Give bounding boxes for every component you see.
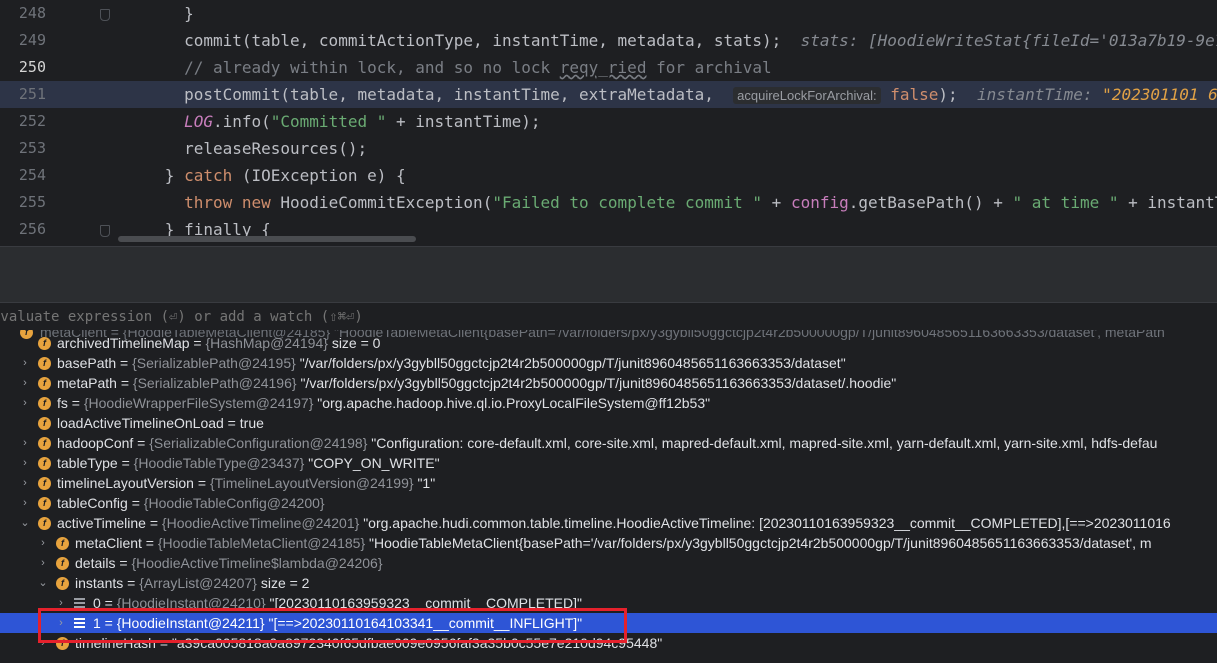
field-icon: f: [38, 477, 51, 490]
variable-text: loadActiveTimelineOnLoad = true: [57, 415, 264, 431]
line-number[interactable]: 249: [0, 27, 46, 54]
code-line[interactable]: 254 } catch (IOException e) {: [0, 162, 1217, 189]
variable-text: hadoopConf = {SerializableConfiguration@…: [57, 435, 1158, 451]
variable-row-timelineLayoutVersion[interactable]: › f timelineLayoutVersion = {TimelineLayou…: [0, 473, 1217, 493]
code-text: commit(table, commitActionType, instantT…: [107, 31, 1217, 50]
variable-text: timelineLayoutVersion = {TimelineLayoutV…: [57, 475, 436, 491]
field-icon: f: [56, 537, 69, 550]
code-line[interactable]: 251 postCommit(table, metadata, instantT…: [0, 81, 1217, 108]
variable-row-tableType[interactable]: › f tableType = {HoodieTableType@23437} "C…: [0, 453, 1217, 473]
array-element-icon: [74, 598, 85, 608]
field-icon: f: [38, 437, 51, 450]
field-icon: f: [38, 337, 51, 350]
variable-text: metaClient = {HoodieTableMetaClient@2418…: [75, 535, 1152, 551]
code-text: LOG.info("Committed " + instantTime);: [184, 112, 541, 131]
line-number[interactable]: 255: [0, 189, 46, 216]
expand-chevron-icon[interactable]: ›: [20, 453, 30, 473]
variable-text: tableConfig = {HoodieTableConfig@24200}: [57, 495, 325, 511]
variable-row-metaPath[interactable]: › f metaPath = {SerializablePath@24196} "/…: [0, 373, 1217, 393]
code-line[interactable]: 252 LOG.info("Committed " + instantTime)…: [0, 108, 1217, 135]
expand-chevron-icon[interactable]: ›: [20, 433, 30, 453]
collapse-chevron-icon[interactable]: ⌄: [20, 513, 30, 533]
field-icon: f: [38, 417, 51, 430]
expand-chevron-icon[interactable]: ›: [20, 373, 30, 393]
code-line[interactable]: 249 commit(table, commitActionType, inst…: [0, 27, 1217, 54]
variable-row-metaClient[interactable]: › f metaClient = {HoodieTableMetaClient@24…: [0, 533, 1217, 553]
code-line[interactable]: 250 // already within lock, and so no lo…: [0, 54, 1217, 81]
highlight-annotation-box: [38, 608, 627, 643]
code-text: // already within lock, and so no lock r…: [184, 58, 772, 77]
variable-row-activeTimeline[interactable]: ⌄ f activeTimeline = {HoodieActiveTimeline…: [0, 513, 1217, 533]
code-text: postCommit(table, metadata, instantTime,…: [107, 85, 1217, 104]
variable-row-loadActiveTimelineOnLoad[interactable]: f loadActiveTimelineOnLoad = true: [0, 413, 1217, 433]
line-number[interactable]: 253: [0, 135, 46, 162]
variable-text: metaPath = {SerializablePath@24196} "/va…: [57, 375, 897, 391]
variable-row-tableConfig[interactable]: › f tableConfig = {HoodieTableConfig@24200…: [0, 493, 1217, 513]
variable-text: basePath = {SerializablePath@24195} "/va…: [57, 355, 846, 371]
debug-panel-toolbar: [0, 246, 1217, 303]
expand-chevron-icon[interactable]: ›: [20, 473, 30, 493]
expand-chevron-icon[interactable]: ›: [38, 553, 48, 573]
line-number[interactable]: 248: [0, 0, 46, 27]
field-icon: f: [38, 397, 51, 410]
field-icon: f: [38, 377, 51, 390]
evaluate-expression-bar: [0, 302, 1217, 332]
field-icon: f: [38, 457, 51, 470]
code-text: }: [107, 4, 194, 23]
code-editor[interactable]: 248 } 249 commit(table, commitActionType,…: [0, 0, 1217, 246]
code-line[interactable]: 248 }: [0, 0, 1217, 27]
expand-chevron-icon[interactable]: ›: [20, 493, 30, 513]
expand-chevron-icon[interactable]: ›: [38, 533, 48, 553]
variable-row-basePath[interactable]: › f basePath = {SerializablePath@24195} "/…: [0, 353, 1217, 373]
variable-row-instants[interactable]: ⌄ f instants = {ArrayList@24207} size = 2: [0, 573, 1217, 593]
field-icon: f: [56, 557, 69, 570]
variable-text: instants = {ArrayList@24207} size = 2: [75, 575, 310, 591]
line-number[interactable]: 251: [0, 81, 46, 108]
evaluate-expression-input[interactable]: [0, 303, 1217, 331]
field-icon: f: [38, 497, 51, 510]
code-line[interactable]: 255 throw new HoodieCommitException("Fai…: [0, 189, 1217, 216]
expand-chevron-icon[interactable]: ›: [20, 393, 30, 413]
collapse-chevron-icon[interactable]: ⌄: [38, 573, 48, 593]
variable-row-hadoopConf[interactable]: › f hadoopConf = {SerializableConfiguratio…: [0, 433, 1217, 453]
code-text: } catch (IOException e) {: [107, 166, 406, 185]
variable-text: archivedTimelineMap = {HashMap@24194} si…: [57, 335, 381, 351]
code-text: throw new HoodieCommitException("Failed …: [184, 193, 1217, 212]
expand-chevron-icon[interactable]: ›: [20, 353, 30, 373]
line-number[interactable]: 250: [0, 54, 46, 81]
variable-row-archivedTimelineMap[interactable]: f archivedTimelineMap = {HashMap@24194} s…: [0, 333, 1217, 353]
variable-text: details = {HoodieActiveTimeline$lambda@2…: [75, 555, 383, 571]
variable-text: tableType = {HoodieTableType@23437} "COP…: [57, 455, 440, 471]
editor-horizontal-scrollbar[interactable]: [118, 236, 416, 242]
variable-text: fs = {HoodieWrapperFileSystem@24197} "or…: [57, 395, 711, 411]
field-icon: f: [38, 517, 51, 530]
variable-text: activeTimeline = {HoodieActiveTimeline@2…: [57, 515, 1171, 531]
code-text: releaseResources();: [107, 139, 368, 158]
field-icon: f: [56, 577, 69, 590]
line-number[interactable]: 256: [0, 216, 46, 243]
field-icon: f: [38, 357, 51, 370]
code-line[interactable]: 253 releaseResources();: [0, 135, 1217, 162]
line-number[interactable]: 254: [0, 162, 46, 189]
line-number[interactable]: 252: [0, 108, 46, 135]
variable-row-details[interactable]: › f details = {HoodieActiveTimeline$lambda…: [0, 553, 1217, 573]
variable-row-fs[interactable]: › f fs = {HoodieWrapperFileSystem@24197} "…: [0, 393, 1217, 413]
